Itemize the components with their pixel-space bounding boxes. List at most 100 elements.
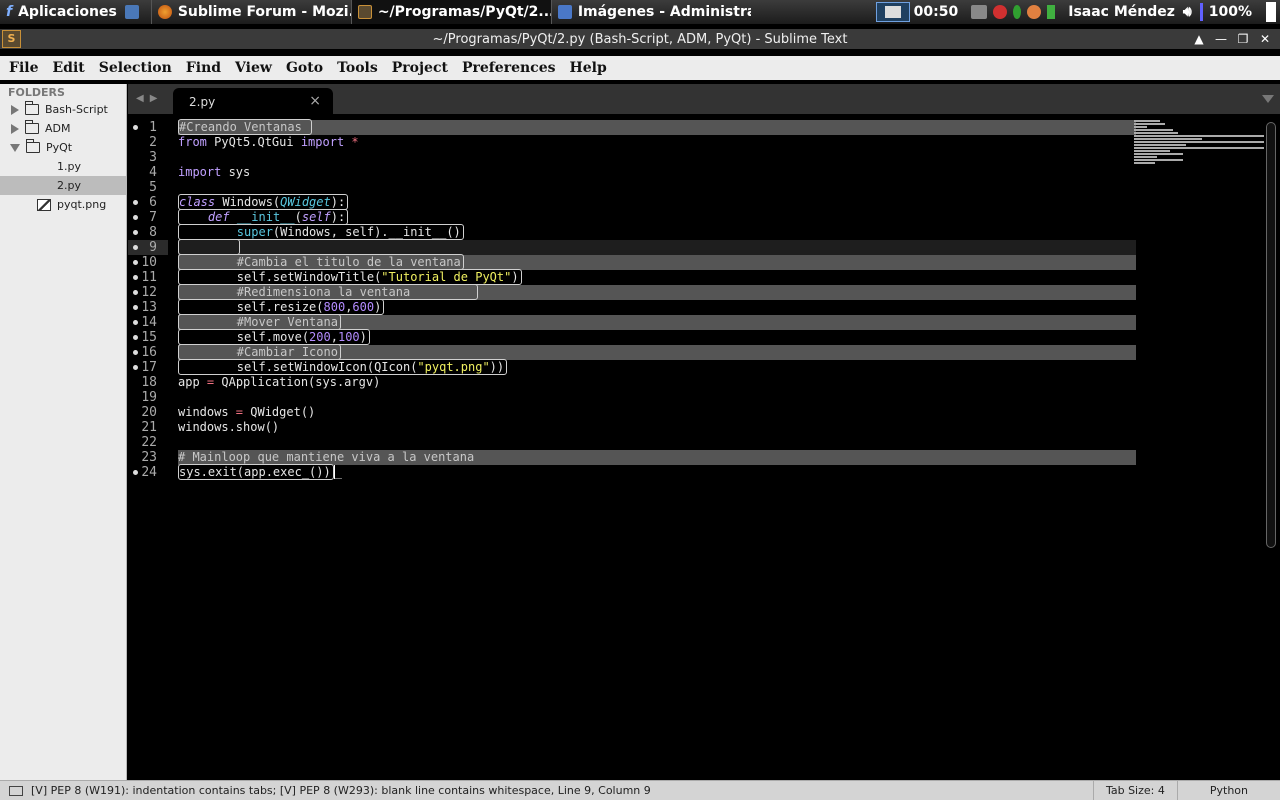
code-line-1: #Creando Ventanas [178, 119, 1136, 135]
menu-tools[interactable]: Tools [330, 60, 385, 76]
taskbar-item-file-manager[interactable]: Imágenes - Administra... [550, 0, 751, 24]
chevron-right-icon[interactable] [11, 104, 19, 115]
volume-icon[interactable]: 🔊︎ [1183, 4, 1192, 20]
close-icon[interactable]: ✕ [1254, 32, 1276, 46]
code-line-13: self.resize(800,600) [178, 299, 1136, 315]
panel-toggle-icon[interactable] [9, 785, 23, 796]
sidebar-folder-adm[interactable]: ADM [0, 119, 126, 138]
vertical-scrollbar[interactable] [1266, 122, 1276, 548]
line-number: 22 [141, 435, 157, 450]
line-number: 11 [128, 270, 168, 285]
code-editor[interactable]: 1 2 3 4 5 6 7 8 9 10 11 12 13 14 15 16 1… [128, 114, 1280, 780]
lint-marker-icon [133, 125, 138, 130]
code-area[interactable]: #Creando Ventanas from PyQt5.QtGui impor… [178, 119, 1136, 480]
applications-menu[interactable]: f Aplicaciones [0, 0, 151, 24]
arrow-up-icon[interactable]: ▲ [1188, 32, 1210, 46]
line-number: 21 [141, 420, 157, 435]
menu-file[interactable]: File [2, 60, 45, 76]
line-number: 4 [149, 165, 157, 180]
line-number: 2 [149, 135, 157, 150]
menu-project[interactable]: Project [385, 60, 455, 76]
lint-marker-icon [133, 275, 138, 280]
close-icon[interactable]: × [309, 93, 321, 109]
code-line-4: import sys [178, 165, 251, 179]
code-line-15: self.move(200,100) [178, 329, 1136, 345]
tool-icon[interactable] [971, 5, 988, 19]
menu-selection[interactable]: Selection [92, 60, 179, 76]
menu-preferences[interactable]: Preferences [455, 60, 563, 76]
firefox-icon [157, 5, 172, 19]
menu-goto[interactable]: Goto [279, 60, 330, 76]
sublime-text-icon [357, 5, 372, 19]
folder-open-icon [26, 139, 40, 153]
line-number: 10 [128, 255, 168, 270]
taskbar-item-firefox[interactable]: Sublime Forum - Mozi... [150, 0, 351, 24]
gmail-icon[interactable] [993, 5, 1008, 19]
lint-marker-icon [133, 365, 138, 370]
syntax-selector[interactable]: Python [1176, 780, 1280, 800]
window-title: ~/Programas/PyQt/2.py (Bash-Script, ADM,… [432, 31, 848, 47]
menu-bar: File Edit Selection Find View Goto Tools… [0, 56, 1280, 80]
tab-bar: ◀▶ 2.py × [128, 84, 1280, 114]
code-line-16: #Cambiar Icono [178, 344, 1136, 360]
chat-icon[interactable] [1027, 5, 1042, 19]
tab-2-py[interactable]: 2.py × [173, 88, 333, 114]
maximize-icon[interactable]: ❐ [1232, 32, 1254, 46]
menu-edit[interactable]: Edit [45, 60, 91, 76]
code-line-11: self.setWindowTitle("Tutorial de PyQt") [178, 269, 1136, 285]
line-number: 12 [128, 285, 168, 300]
menu-help[interactable]: Help [562, 60, 613, 76]
folder-icon [25, 101, 39, 115]
file-label: 2.py [57, 179, 81, 192]
code-line-23: # Mainloop que mantiene viva a la ventan… [178, 450, 1136, 465]
status-message: [V] PEP 8 (W191): indentation contains t… [31, 784, 651, 797]
minimap[interactable] [1134, 120, 1264, 172]
tab-nav-arrows[interactable]: ◀▶ [136, 93, 163, 104]
lint-marker-icon [133, 470, 138, 475]
menu-find[interactable]: Find [179, 60, 228, 76]
menu-view[interactable]: View [228, 60, 279, 76]
taskbar-item-sublime[interactable]: ~/Programas/PyQt/2.... [350, 0, 551, 24]
line-number: 13 [128, 300, 168, 315]
line-number-gutter: 1 2 3 4 5 6 7 8 9 10 11 12 13 14 15 16 1… [128, 120, 168, 480]
notification-area[interactable] [1266, 2, 1276, 22]
sublime-text-icon[interactable]: S [2, 30, 21, 48]
chevron-right-icon[interactable] [11, 123, 19, 134]
battery-percentage[interactable]: 100% [1209, 4, 1252, 20]
user-name[interactable]: Isaac Méndez [1068, 4, 1175, 20]
applications-label: Aplicaciones [18, 4, 117, 20]
lint-marker-icon [133, 260, 138, 265]
line-number: 17 [128, 360, 168, 375]
desktop-icon[interactable] [124, 5, 139, 19]
lint-marker-icon [133, 245, 138, 250]
clock[interactable]: 00:50 [914, 4, 959, 20]
chevron-down-icon[interactable] [1262, 95, 1274, 103]
fedora-logo-icon: f [6, 4, 13, 20]
lint-marker-icon [133, 200, 138, 205]
lint-marker-icon [133, 305, 138, 310]
code-line-21: windows.show() [178, 420, 280, 434]
code-line-20: windows = QWidget() [178, 405, 316, 419]
text-cursor: _ [333, 465, 342, 479]
network-icon[interactable] [1013, 5, 1022, 19]
line-number: 3 [149, 150, 157, 165]
chevron-down-icon[interactable] [10, 143, 20, 152]
battery-tray-icon[interactable] [1047, 5, 1056, 19]
sidebar-folder-bash-script[interactable]: Bash-Script [0, 100, 126, 119]
tab-size-selector[interactable]: Tab Size: 4 [1092, 780, 1177, 800]
sidebar-folder-pyqt[interactable]: PyQt [0, 138, 126, 157]
file-label: pyqt.png [57, 198, 107, 211]
workspace-switcher[interactable] [875, 2, 910, 22]
taskbar-label: Imágenes - Administra... [577, 4, 751, 20]
sidebar-file-2-py[interactable]: 2.py [0, 176, 126, 195]
code-line-24: sys.exit(app.exec_()) _ [178, 464, 342, 480]
code-line-9 [178, 239, 1136, 255]
code-line-14: #Mover Ventana [178, 314, 1136, 330]
sidebar-file-1-py[interactable]: 1.py [0, 157, 126, 176]
minimize-icon[interactable]: — [1210, 32, 1232, 46]
lint-marker-icon [133, 320, 138, 325]
sidebar-file-pyqt-png[interactable]: pyqt.png [0, 195, 126, 214]
folder-icon [25, 120, 39, 134]
